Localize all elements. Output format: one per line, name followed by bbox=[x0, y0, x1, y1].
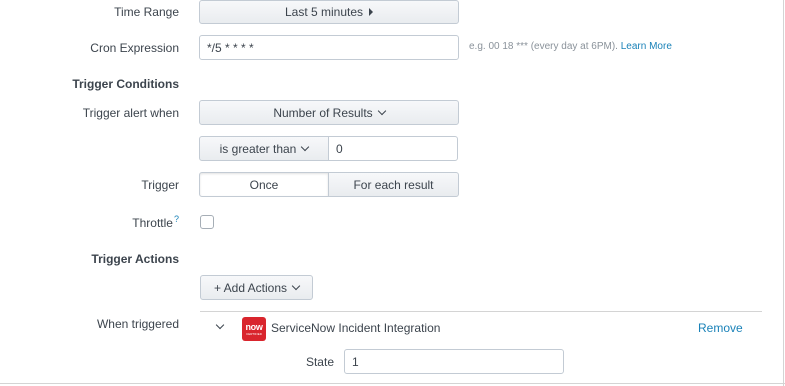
cron-expression-value: */5 * * * * bbox=[207, 40, 254, 55]
add-actions-button[interactable]: + Add Actions bbox=[200, 275, 313, 300]
servicenow-logo-icon: now CERTIFIED bbox=[242, 317, 266, 341]
caret-right-icon bbox=[369, 8, 374, 16]
trigger-actions-heading: Trigger Actions bbox=[91, 252, 179, 266]
collapse-action-toggle[interactable] bbox=[214, 320, 226, 333]
throttle-label: Throttle? bbox=[132, 214, 179, 230]
trigger-conditions-heading: Trigger Conditions bbox=[72, 77, 179, 91]
integration-name: ServiceNow Incident Integration bbox=[271, 321, 441, 335]
chevron-down-icon bbox=[215, 320, 225, 330]
chevron-down-icon bbox=[377, 106, 386, 115]
scroll-edge bbox=[783, 0, 784, 386]
add-actions-label: + Add Actions bbox=[213, 280, 288, 295]
state-label: State bbox=[305, 355, 334, 369]
servicenow-logo-subtext: CERTIFIED bbox=[246, 331, 262, 336]
time-range-label: Time Range bbox=[114, 5, 179, 19]
cron-expression-label: Cron Expression bbox=[90, 41, 179, 55]
chevron-down-icon bbox=[301, 142, 310, 151]
trigger-once-label: Once bbox=[249, 177, 279, 192]
cron-hint: e.g. 00 18 *** (every day at 6PM). Learn… bbox=[469, 41, 672, 52]
state-input[interactable]: 1 bbox=[344, 349, 564, 374]
cron-expression-input[interactable]: */5 * * * * bbox=[199, 35, 459, 60]
cron-hint-text: e.g. 00 18 *** (every day at 6PM). bbox=[469, 41, 618, 52]
comparator-value: is greater than bbox=[219, 141, 297, 156]
when-triggered-label: When triggered bbox=[96, 317, 179, 331]
trigger-alert-when-label: Trigger alert when bbox=[82, 106, 179, 120]
throttle-checkbox[interactable] bbox=[200, 215, 214, 229]
time-range-value: Last 5 minutes bbox=[284, 5, 364, 19]
throttle-label-text: Throttle bbox=[132, 216, 173, 230]
comparator-dropdown[interactable]: is greater than bbox=[199, 136, 329, 161]
learn-more-link[interactable]: Learn More bbox=[621, 41, 672, 52]
trigger-for-each-result-button[interactable]: For each result bbox=[328, 172, 459, 197]
bottom-edge bbox=[0, 383, 785, 384]
remove-action-link[interactable]: Remove bbox=[698, 321, 743, 335]
trigger-alert-dropdown[interactable]: Number of Results bbox=[199, 100, 459, 125]
servicenow-logo-text: now bbox=[245, 321, 263, 332]
trigger-once-button[interactable]: Once bbox=[199, 172, 329, 197]
threshold-value: 0 bbox=[336, 141, 343, 156]
trigger-for-each-label: For each result bbox=[353, 177, 434, 192]
trigger-alert-value: Number of Results bbox=[273, 105, 373, 120]
threshold-input[interactable]: 0 bbox=[328, 136, 458, 161]
chevron-down-icon bbox=[291, 281, 301, 290]
actions-divider bbox=[200, 311, 762, 312]
throttle-help-icon[interactable]: ? bbox=[174, 214, 179, 224]
state-value: 1 bbox=[352, 354, 359, 369]
time-range-picker[interactable]: Last 5 minutes bbox=[199, 0, 459, 24]
trigger-label: Trigger bbox=[141, 178, 179, 192]
